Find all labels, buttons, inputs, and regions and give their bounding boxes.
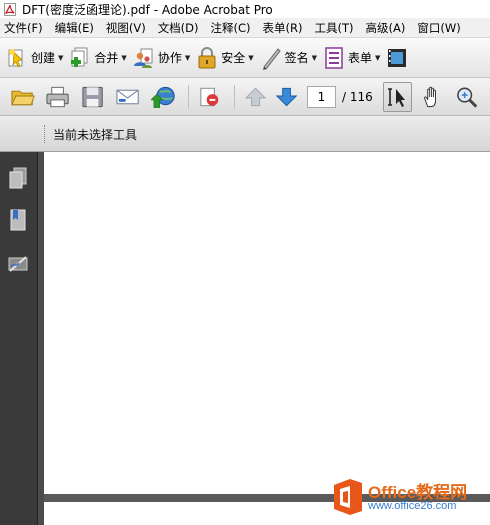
chevron-down-icon: ▼ [184, 53, 191, 62]
menu-document[interactable]: 文档(D) [154, 20, 207, 36]
open-folder-icon[interactable] [10, 85, 35, 109]
forms-label: 表单 [348, 51, 373, 65]
previous-page-icon[interactable] [243, 85, 268, 109]
menu-file[interactable]: 文件(F) [0, 20, 51, 36]
sign-button[interactable]: 签名 ▼ [260, 43, 317, 73]
collaborate-button[interactable]: 协作 ▼ [133, 43, 190, 73]
chevron-down-icon: ▼ [248, 53, 254, 62]
toolbar-grip[interactable] [44, 125, 46, 143]
bookmarks-panel-icon[interactable] [7, 208, 29, 232]
document-view[interactable] [44, 152, 490, 525]
print-icon[interactable] [45, 85, 70, 109]
menu-bar: 文件(F) 编辑(E) 视图(V) 文档(D) 注释(C) 表单(R) 工具(T… [0, 18, 490, 38]
menu-tools[interactable]: 工具(T) [311, 20, 362, 36]
film-icon [388, 48, 407, 67]
secure-button[interactable]: 安全 ▼ [196, 43, 254, 73]
chevron-down-icon: ▼ [121, 53, 127, 62]
sign-label: 签名 [284, 51, 309, 65]
zoom-icon[interactable] [455, 85, 480, 109]
collaborate-label: 协作 [157, 51, 182, 65]
tasks-toolbar: 创建 ▼ 合并 ▼ 协作 ▼ 安全 ▼ 签名 ▼ 表单 ▼ [0, 38, 490, 78]
collaborate-icon [133, 48, 153, 68]
tool-status-text: 当前未选择工具 [53, 128, 138, 142]
signatures-panel-icon[interactable] [7, 252, 29, 276]
chevron-down-icon: ▼ [311, 53, 318, 62]
page-count: / 116 [341, 89, 373, 104]
office-logo [334, 479, 362, 515]
next-page-icon[interactable] [274, 85, 299, 109]
upload-web-icon[interactable] [150, 85, 176, 109]
select-tool-button[interactable] [382, 81, 412, 112]
menu-forms[interactable]: 表单(R) [259, 20, 311, 36]
create-label: 创建 [31, 51, 56, 65]
toolbar-separator [187, 84, 189, 109]
save-icon[interactable] [80, 85, 105, 109]
text-select-cursor-icon [388, 87, 406, 107]
lock-icon [198, 46, 216, 68]
multimedia-button[interactable] [386, 43, 411, 73]
pdf-page [44, 152, 490, 494]
window-title: DFT(密度泛函理论).pdf - Adobe Acrobat Pro [22, 2, 273, 17]
menu-comments[interactable]: 注释(C) [207, 20, 259, 36]
secure-label: 安全 [221, 51, 246, 65]
watermark-url: www.office26.com [368, 500, 457, 512]
toolbar-separator [233, 84, 235, 109]
hand-tool-icon[interactable] [420, 85, 445, 109]
pages-panel-icon[interactable] [7, 166, 29, 190]
chevron-down-icon: ▼ [58, 53, 64, 62]
menu-window[interactable]: 窗口(W) [413, 20, 468, 36]
menu-edit[interactable]: 编辑(E) [51, 20, 102, 36]
email-icon[interactable] [115, 85, 140, 109]
chevron-down-icon: ▼ [375, 53, 381, 62]
form-icon [325, 46, 343, 69]
navigation-pane [0, 152, 38, 525]
properties-bar: 当前未选择工具 [0, 116, 490, 152]
forms-button[interactable]: 表单 ▼ [323, 43, 380, 73]
pen-icon [262, 47, 281, 70]
navigation-toolbar: 1 / 116 [0, 78, 490, 116]
page-number-input[interactable]: 1 [306, 85, 336, 108]
menu-advanced[interactable]: 高级(A) [362, 20, 414, 36]
combine-label: 合并 [94, 51, 119, 65]
title-bar: DFT(密度泛函理论).pdf - Adobe Acrobat Pro [0, 0, 490, 18]
combine-files-icon [71, 47, 88, 67]
create-pdf-icon [8, 48, 23, 67]
watermark: Office教程网 www.office26.com [326, 474, 490, 520]
combine-button[interactable]: 合并 ▼ [69, 43, 127, 73]
menu-view[interactable]: 视图(V) [102, 20, 154, 36]
acrobat-app-icon [4, 2, 16, 16]
secure-document-icon[interactable] [197, 85, 222, 109]
create-button[interactable]: 创建 ▼ [6, 43, 63, 73]
